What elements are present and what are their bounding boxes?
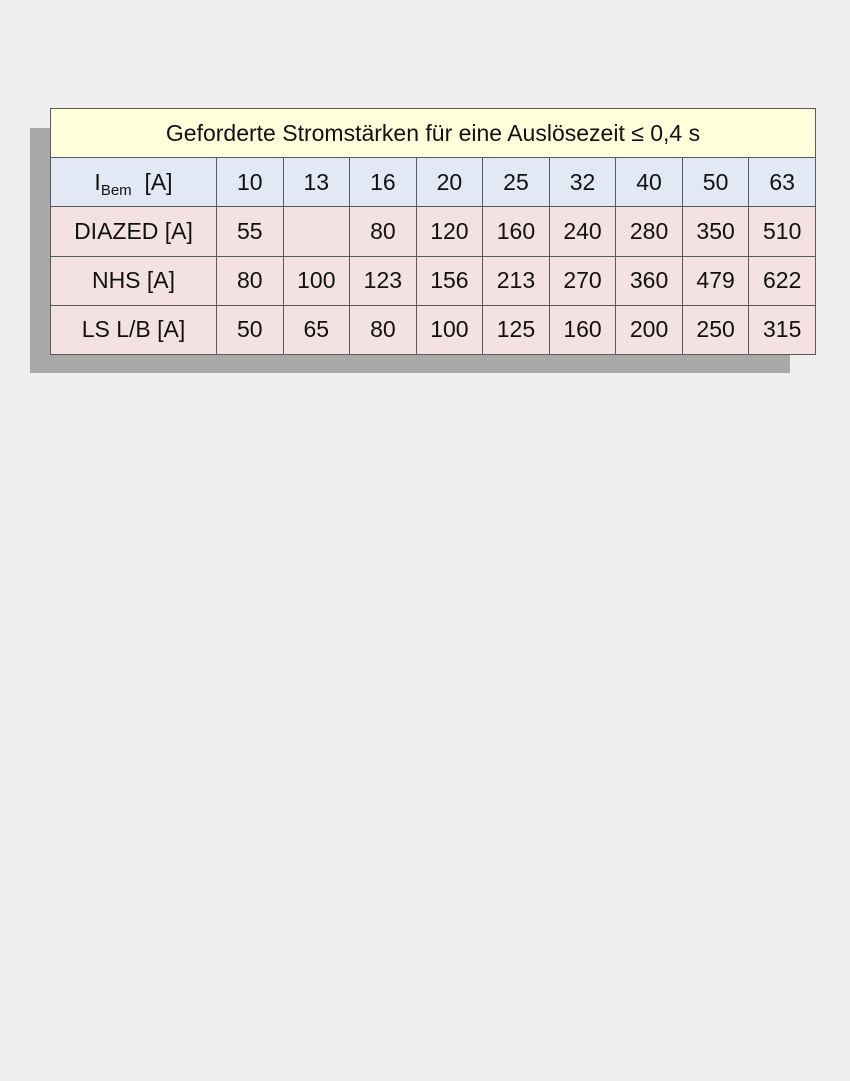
row-label: LS L/B [A] — [50, 304, 217, 356]
table-cell: 55 — [216, 206, 284, 257]
table-cell: 80 — [349, 206, 417, 257]
header-row: IBem [A] 10 13 16 20 25 32 40 50 63 — [50, 157, 816, 208]
page: Geforderte Stromstärken für eine Auslöse… — [0, 0, 850, 1081]
table-cell: 350 — [681, 206, 750, 257]
table-cell: 100 — [415, 304, 484, 356]
table-cell: 123 — [349, 255, 417, 306]
table-cell: 250 — [681, 304, 750, 356]
table-cell: 156 — [415, 255, 484, 306]
table-cell: 160 — [548, 304, 617, 356]
row-label: NHS [A] — [50, 255, 217, 306]
table-cell: 125 — [482, 304, 550, 356]
table-cell: 479 — [681, 255, 750, 306]
table-cell: 360 — [615, 255, 683, 306]
table-cell: 160 — [482, 206, 550, 257]
table-cell: 200 — [615, 304, 683, 356]
title-row: Geforderte Stromstärken für eine Auslöse… — [50, 107, 816, 159]
table-cell — [282, 206, 351, 257]
table-cell: 80 — [349, 304, 417, 356]
header-cell: 20 — [415, 157, 484, 208]
table-title: Geforderte Stromstärken für eine Auslöse… — [50, 107, 816, 159]
header-cell: 25 — [482, 157, 550, 208]
table-cell: 100 — [282, 255, 351, 306]
header-cell: 63 — [748, 157, 816, 208]
header-cell: 10 — [216, 157, 284, 208]
header-label: IBem [A] — [50, 157, 217, 208]
table-cell: 510 — [748, 206, 816, 257]
table-row-diazed: DIAZED [A] 55 80 120 160 240 280 350 510 — [50, 206, 816, 257]
header-cell: 16 — [349, 157, 417, 208]
table-cell: 80 — [216, 255, 284, 306]
table-cell: 622 — [748, 255, 816, 306]
table-cell: 315 — [748, 304, 816, 356]
table-cell: 50 — [216, 304, 284, 356]
table-cell: 270 — [548, 255, 617, 306]
table-row-ls: LS L/B [A] 50 65 80 100 125 160 200 250 … — [50, 304, 816, 356]
header-label-sub: Bem — [100, 181, 132, 199]
table-cell: 280 — [615, 206, 683, 257]
header-cell: 50 — [681, 157, 750, 208]
table-cell: 120 — [415, 206, 484, 257]
row-label: DIAZED [A] — [50, 206, 217, 257]
table-cell: 240 — [548, 206, 617, 257]
table-cell: 213 — [482, 255, 550, 306]
table-cell: 65 — [282, 304, 351, 356]
header-cell: 32 — [548, 157, 617, 208]
header-cell: 13 — [282, 157, 351, 208]
header-label-unit: [A] — [144, 168, 173, 195]
table-row-nhs: NHS [A] 80 100 123 156 213 270 360 479 6… — [50, 255, 816, 306]
current-table: Geforderte Stromstärken für eine Auslöse… — [50, 107, 816, 356]
header-cell: 40 — [615, 157, 683, 208]
